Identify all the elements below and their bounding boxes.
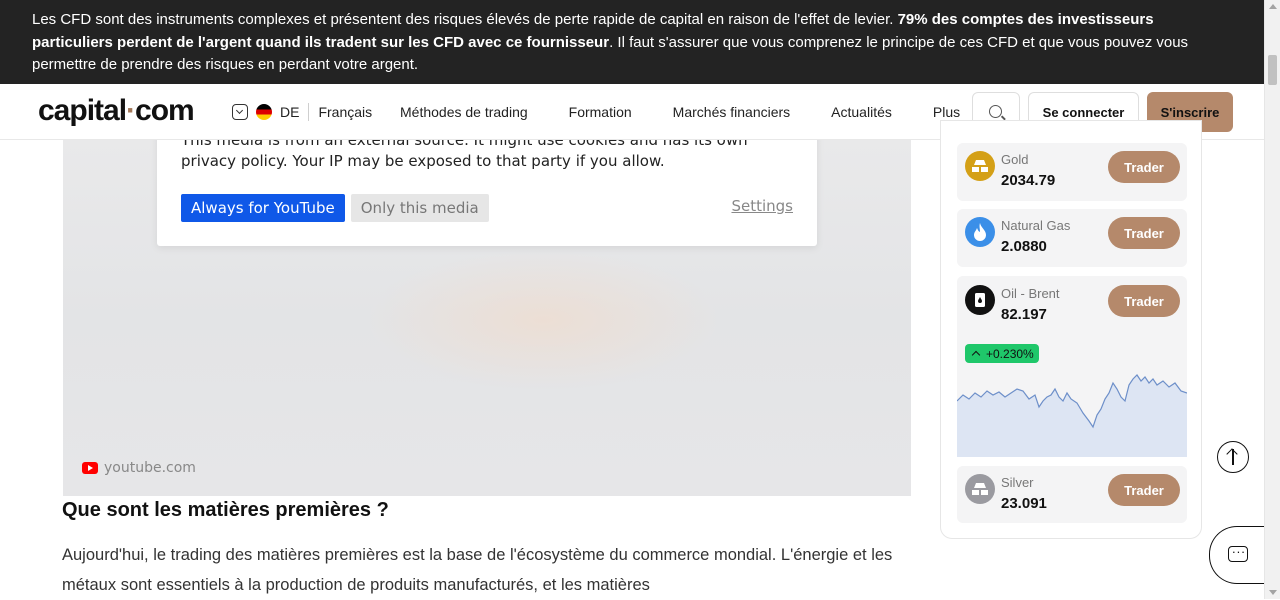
logo-text-com: com [135,94,195,127]
video-background [363,250,723,390]
nav-item-formation[interactable]: Formation [569,104,632,120]
main-nav: Méthodes de trading Formation Marchés fi… [400,104,1001,120]
only-this-media-button[interactable]: Only this media [350,194,489,222]
silver-bars-icon [965,474,995,504]
consent-settings-link[interactable]: Settings [731,197,793,215]
trade-button-oil-brent[interactable]: Trader [1108,285,1180,317]
scroll-up-arrow-icon[interactable] [1269,4,1277,9]
oil-barrel-icon [965,285,995,315]
country-code: DE [280,104,300,120]
divider [308,103,310,121]
nav-item-markets[interactable]: Marchés financiers [673,104,791,120]
language-selector[interactable]: DE Français [232,103,372,121]
market-price: 2034.79 [1001,172,1056,189]
market-price: 23.091 [1001,495,1047,512]
consent-message: This media is from an external source. I… [181,140,793,172]
article-heading: Que sont les matières premières ? [62,499,389,521]
trade-button-silver[interactable]: Trader [1108,474,1180,506]
language-label: Français [318,104,373,120]
arrow-up-icon [971,350,981,360]
markets-sidebar: Gold 2034.79 Trader Natural Gas 2.0880 T… [940,120,1202,539]
youtube-embed[interactable]: This media is from an external source. I… [63,140,911,496]
article-paragraph: Aujourd'hui, le trading des matières pre… [62,546,893,594]
source-label: youtube.com [104,460,196,476]
always-for-youtube-button[interactable]: Always for YouTube [181,194,345,222]
media-consent-dialog: This media is from an external source. I… [157,140,817,246]
page-scrollbar[interactable] [1264,0,1280,599]
trade-button-natural-gas[interactable]: Trader [1108,217,1180,249]
consent-line-2: privacy policy. Your IP may be exposed t… [181,152,665,170]
risk-warning-banner: Les CFD sont des instruments complexes e… [0,0,1264,84]
consent-actions: Always for YouTube Only this media [181,194,489,222]
risk-text: Les CFD sont des instruments complexes e… [32,11,898,28]
market-name: Silver [1001,475,1034,490]
market-name: Gold [1001,152,1029,167]
market-price: 2.0880 [1001,238,1047,255]
capital-com-logo[interactable]: capital·com [38,94,195,128]
market-card-silver[interactable]: Silver 23.091 Trader [957,466,1187,523]
arrow-up-icon-head [1226,448,1238,460]
youtube-icon [82,462,98,474]
gold-bars-icon [965,151,995,181]
market-name: Natural Gas [1001,218,1071,233]
scrollbar-thumb[interactable] [1268,55,1277,85]
video-source: youtube.com [82,460,196,476]
change-badge: +0.230% [965,344,1039,363]
logo-dot: · [126,94,136,127]
nav-item-trading-methods[interactable]: Méthodes de trading [400,104,528,120]
chat-button[interactable] [1209,526,1269,584]
chat-icon [1228,541,1248,562]
market-card-gold[interactable]: Gold 2034.79 Trader [957,143,1187,201]
logo-text-capital: capital [38,94,127,127]
market-name: Oil - Brent [1001,286,1060,301]
price-sparkline [957,374,1187,457]
nav-item-more[interactable]: Plus [933,104,960,120]
consent-line-1: This media is from an external source. I… [181,140,748,149]
nav-item-news[interactable]: Actualités [831,104,892,120]
scroll-down-arrow-icon[interactable] [1269,590,1277,595]
change-value: +0.230% [986,346,1034,361]
germany-flag-icon [256,104,272,120]
market-card-oil-brent[interactable]: Oil - Brent 82.197 Trader +0.230% [957,276,1187,457]
chevron-down-icon [232,104,248,120]
flame-icon [965,217,995,247]
back-to-top-button[interactable] [1217,441,1249,473]
trade-button-gold[interactable]: Trader [1108,151,1180,183]
market-card-natural-gas[interactable]: Natural Gas 2.0880 Trader [957,209,1187,267]
market-price: 82.197 [1001,306,1047,323]
